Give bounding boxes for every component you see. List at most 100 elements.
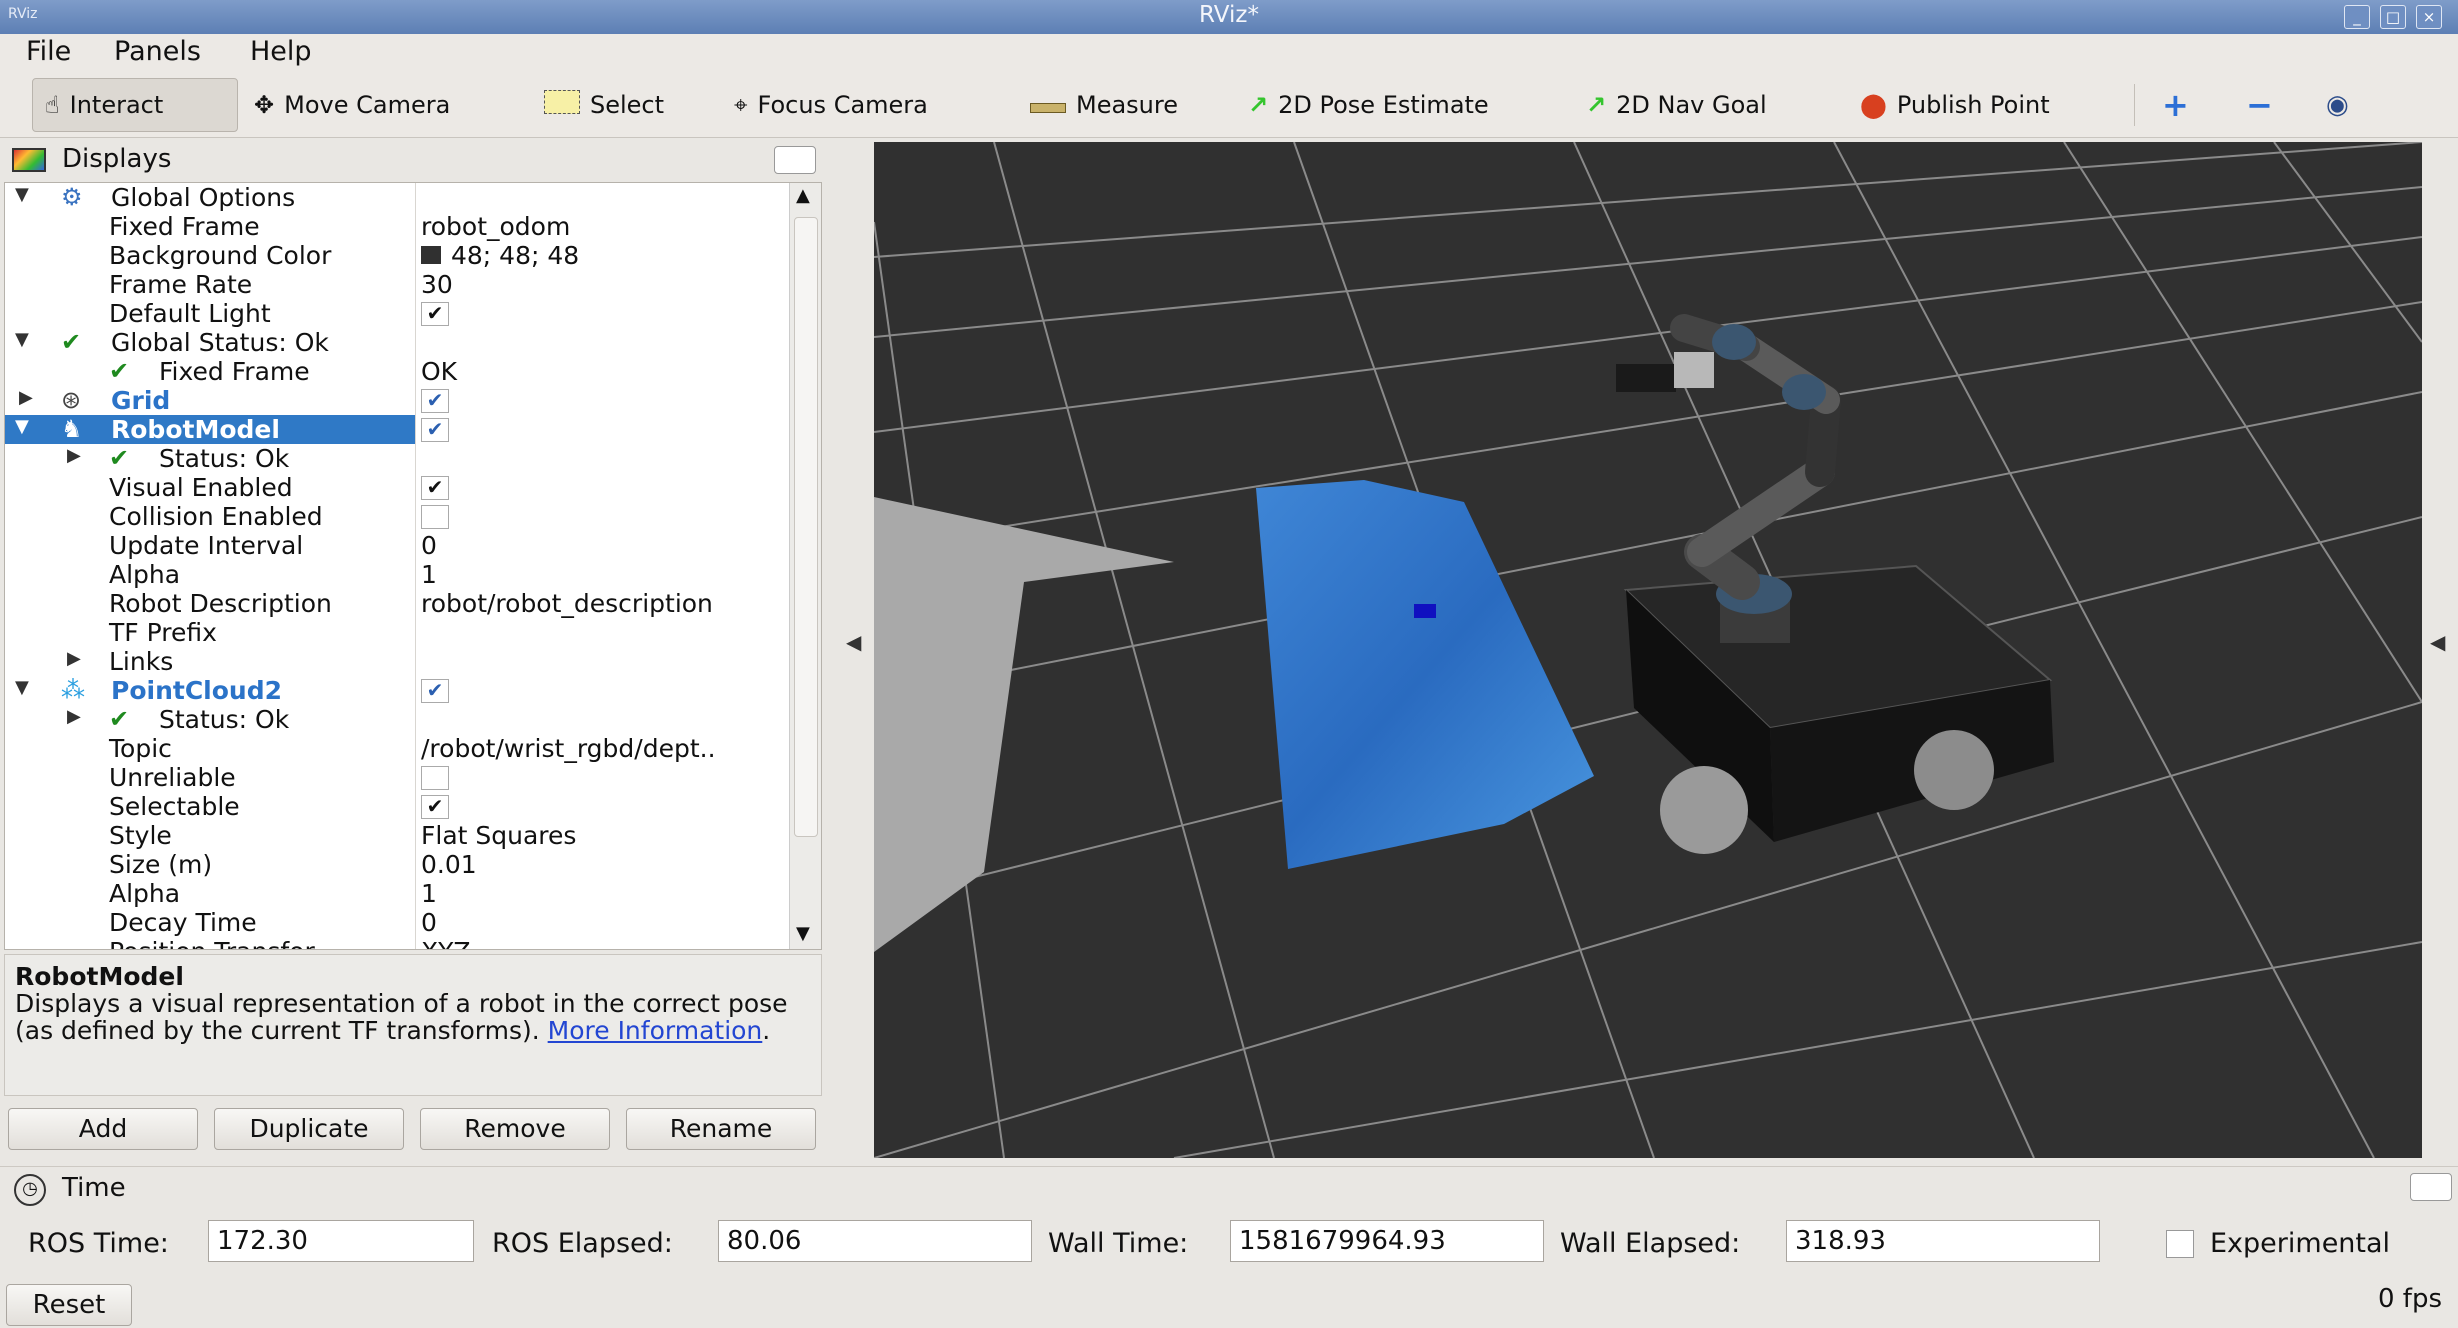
tree-row-default-light[interactable]: Default Light ✔ [5, 299, 785, 328]
scroll-down-icon[interactable]: ▼ [796, 923, 810, 944]
tree-row-visual-enabled[interactable]: Visual Enabled ✔ [5, 473, 785, 502]
expand-arrow-icon[interactable]: ▼ [15, 416, 29, 437]
tree-row-background-color[interactable]: Background Color 48; 48; 48 [5, 241, 785, 270]
tool-interact[interactable]: ☝ Interact [32, 78, 238, 132]
tree-row-pointcloud2[interactable]: ▼ ⁂ PointCloud2 ✔ [5, 676, 785, 705]
tree-row-tf-prefix[interactable]: TF Prefix [5, 618, 785, 647]
tool-select[interactable]: Select [544, 78, 664, 132]
tool-2d-pose-estimate[interactable]: ↗ 2D Pose Estimate [1248, 78, 1489, 132]
scroll-up-icon[interactable]: ▲ [796, 185, 810, 206]
collapse-arrow-icon[interactable]: ▶ [67, 648, 81, 669]
tree-row-decay-time[interactable]: Decay Time 0 [5, 908, 785, 937]
menu-file[interactable]: File [26, 36, 71, 67]
maximize-button[interactable]: □ [2380, 5, 2406, 29]
scroll-thumb[interactable] [794, 217, 818, 837]
collision-enabled-checkbox[interactable] [421, 505, 449, 529]
tool-measure[interactable]: Measure [1030, 78, 1178, 132]
tool-label: Publish Point [1896, 91, 2050, 119]
tree-row-selectable[interactable]: Selectable ✔ [5, 792, 785, 821]
selectable-checkbox[interactable]: ✔ [421, 795, 449, 819]
row-value[interactable]: robot/robot_description [421, 589, 713, 618]
tree-row-robotmodel-status[interactable]: ▶ ✔ Status: Ok [5, 444, 785, 473]
tree-row-style[interactable]: Style Flat Squares [5, 821, 785, 850]
tree-row-collision-enabled[interactable]: Collision Enabled [5, 502, 785, 531]
tree-row-status-fixed-frame[interactable]: ✔ Fixed Frame OK [5, 357, 785, 386]
row-value[interactable]: 0.01 [421, 850, 477, 879]
row-value[interactable]: robot_odom [421, 212, 570, 241]
experimental-checkbox[interactable] [2166, 1230, 2194, 1258]
default-light-checkbox[interactable]: ✔ [421, 302, 449, 326]
tree-row-position-transformer[interactable]: Position Transfor XYZ [5, 937, 785, 949]
collapse-right-icon[interactable]: ◀ [2430, 630, 2445, 654]
row-value[interactable]: 48; 48; 48 [451, 241, 579, 270]
expand-arrow-icon[interactable]: ▼ [15, 329, 29, 350]
collapse-arrow-icon[interactable]: ▶ [67, 445, 81, 466]
remove-button[interactable]: Remove [420, 1108, 610, 1150]
row-value[interactable]: XYZ [421, 937, 471, 949]
tree-row-fixed-frame[interactable]: Fixed Frame robot_odom [5, 212, 785, 241]
minimize-button[interactable]: _ [2344, 5, 2370, 29]
ros-elapsed-field[interactable]: 80.06 [718, 1220, 1032, 1262]
wall-time-field[interactable]: 1581679964.93 [1230, 1220, 1544, 1262]
right-splitter[interactable]: ◀ [2422, 140, 2458, 1160]
tree-row-frame-rate[interactable]: Frame Rate 30 [5, 270, 785, 299]
menu-help[interactable]: Help [250, 36, 312, 67]
tree-row-global-status[interactable]: ▼ ✔ Global Status: Ok [5, 328, 785, 357]
row-value[interactable]: 1 [421, 560, 437, 589]
row-value[interactable]: 0 [421, 531, 437, 560]
plus-icon[interactable]: + [2162, 78, 2189, 132]
tool-move-camera[interactable]: ✥ Move Camera [254, 78, 450, 132]
tree-row-alpha[interactable]: Alpha 1 [5, 879, 785, 908]
tool-label: Select [590, 91, 665, 119]
menu-panels[interactable]: Panels [114, 36, 201, 67]
tree-row-unreliable[interactable]: Unreliable [5, 763, 785, 792]
row-value[interactable]: 30 [421, 270, 453, 299]
tree-row-topic[interactable]: Topic /robot/wrist_rgbd/dept.. [5, 734, 785, 763]
tree-row-robot-description[interactable]: Robot Description robot/robot_descriptio… [5, 589, 785, 618]
tree-row-grid[interactable]: ▶ ⊛ Grid ✔ [5, 386, 785, 415]
time-panel-header: ◷ Time [0, 1166, 2458, 1210]
visual-enabled-checkbox[interactable]: ✔ [421, 476, 449, 500]
row-name: Default Light [109, 299, 271, 328]
more-information-link[interactable]: More Information [548, 1016, 763, 1045]
row-value[interactable]: 1 [421, 879, 437, 908]
float-panel-button[interactable] [774, 146, 816, 174]
scene-render [874, 142, 2422, 1158]
tree-row-size[interactable]: Size (m) 0.01 [5, 850, 785, 879]
row-value[interactable]: Flat Squares [421, 821, 576, 850]
collapse-arrow-icon[interactable]: ▶ [19, 387, 33, 408]
collapse-arrow-icon[interactable]: ▶ [67, 706, 81, 727]
color-swatch[interactable] [421, 246, 441, 264]
add-button[interactable]: Add [8, 1108, 198, 1150]
tool-2d-nav-goal[interactable]: ↗ 2D Nav Goal [1586, 78, 1767, 132]
minus-icon[interactable]: − [2246, 78, 2273, 132]
close-button[interactable]: × [2416, 5, 2442, 29]
tree-row-links[interactable]: ▶ Links [5, 647, 785, 676]
reset-button[interactable]: Reset [6, 1284, 132, 1326]
tool-publish-point[interactable]: ⬤ Publish Point [1860, 78, 2050, 132]
float-panel-button[interactable] [2410, 1173, 2452, 1201]
tree-row-pointcloud-status[interactable]: ▶ ✔ Status: Ok [5, 705, 785, 734]
row-value[interactable]: 0 [421, 908, 437, 937]
tree-scrollbar[interactable]: ▲ ▼ [789, 183, 821, 949]
eye-icon[interactable]: ◉ [2326, 78, 2349, 132]
ros-time-field[interactable]: 172.30 [208, 1220, 474, 1262]
grid-checkbox[interactable]: ✔ [421, 389, 449, 413]
tool-focus-camera[interactable]: ⌖ Focus Camera [734, 78, 928, 132]
expand-arrow-icon[interactable]: ▼ [15, 677, 29, 698]
pointcloud2-checkbox[interactable]: ✔ [421, 679, 449, 703]
tree-row-update-interval[interactable]: Update Interval 0 [5, 531, 785, 560]
robotmodel-checkbox[interactable]: ✔ [421, 418, 449, 442]
left-splitter[interactable]: ◀ [826, 140, 874, 1160]
tree-row-robotmodel[interactable]: ▼ ♞ RobotModel ✔ [5, 415, 785, 444]
tree-row-global-options[interactable]: ▼ ⚙ Global Options [5, 183, 785, 212]
expand-arrow-icon[interactable]: ▼ [15, 184, 29, 205]
rename-button[interactable]: Rename [626, 1108, 816, 1150]
row-value[interactable]: /robot/wrist_rgbd/dept.. [421, 734, 716, 763]
tree-row-alpha[interactable]: Alpha 1 [5, 560, 785, 589]
duplicate-button[interactable]: Duplicate [214, 1108, 404, 1150]
3d-viewport[interactable] [874, 142, 2422, 1158]
unreliable-checkbox[interactable] [421, 766, 449, 790]
wall-elapsed-field[interactable]: 318.93 [1786, 1220, 2100, 1262]
collapse-left-icon[interactable]: ◀ [846, 630, 861, 654]
